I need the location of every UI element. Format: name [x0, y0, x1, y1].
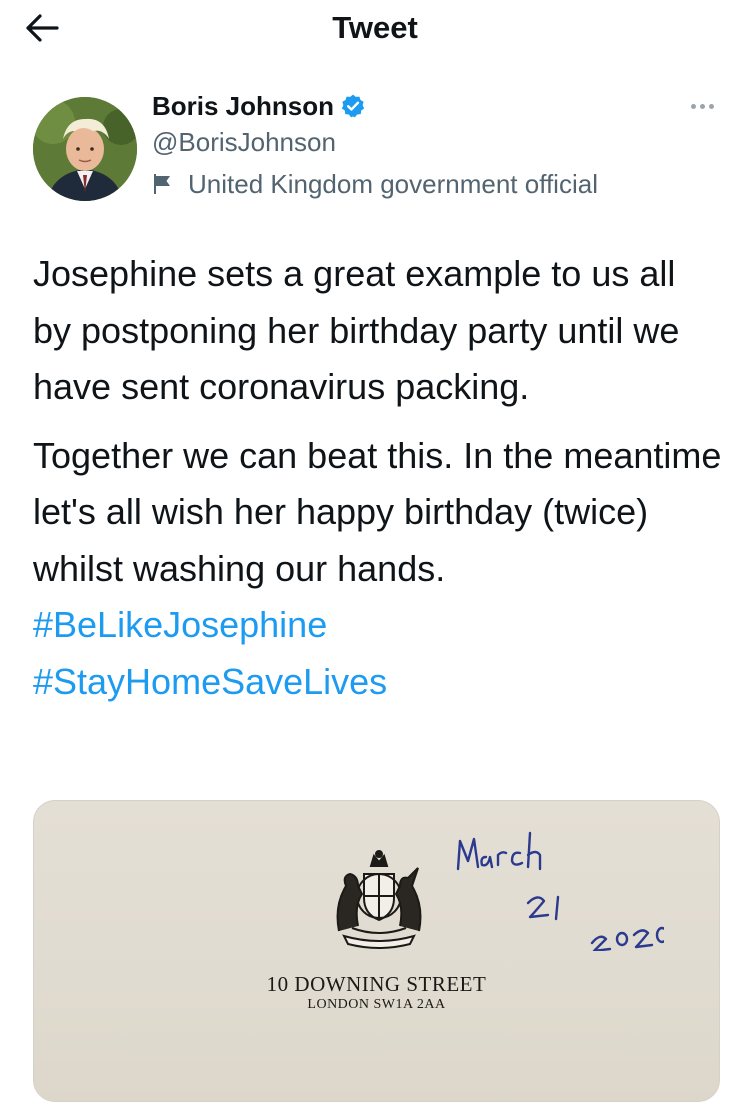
verified-badge-icon: [341, 94, 365, 118]
tweet-paragraph-1: Josephine sets a great example to us all…: [33, 253, 680, 407]
tweet-image[interactable]: 10 DOWNING STREET LONDON SW1A 2AA: [33, 800, 720, 1102]
author-name-row[interactable]: Boris Johnson: [152, 88, 366, 124]
handwritten-date: [456, 831, 664, 951]
letterhead-address: 10 DOWNING STREET: [266, 972, 487, 996]
author-handle[interactable]: @BorisJohnson: [152, 124, 336, 160]
more-dot-icon: [690, 103, 696, 109]
flag-icon: [154, 174, 170, 194]
government-label[interactable]: United Kingdom government official: [152, 166, 598, 202]
avatar[interactable]: [33, 97, 137, 201]
more-dot-icon: [708, 103, 714, 109]
government-label-text: United Kingdom government official: [188, 169, 598, 199]
page-title: Tweet: [332, 10, 418, 45]
author-name[interactable]: Boris Johnson: [152, 88, 334, 124]
avatar-photo: [33, 97, 137, 201]
letterhead-postcode: LONDON SW1A 2AA: [307, 997, 446, 1012]
royal-coat-of-arms-icon: [336, 850, 422, 949]
tweet-text: Josephine sets a great example to us all…: [33, 246, 723, 710]
tweet-paragraph-2-text: Together we can beat this. In the meanti…: [33, 434, 722, 589]
hashtag-link[interactable]: #StayHomeSaveLives: [33, 661, 387, 702]
more-dot-icon: [699, 103, 705, 109]
more-options-button[interactable]: [682, 96, 722, 116]
hashtag-link[interactable]: #BeLikeJosephine: [33, 604, 327, 645]
top-bar: Tweet: [0, 0, 750, 56]
tweet-paragraph-2: Together we can beat this. In the meanti…: [33, 428, 723, 711]
